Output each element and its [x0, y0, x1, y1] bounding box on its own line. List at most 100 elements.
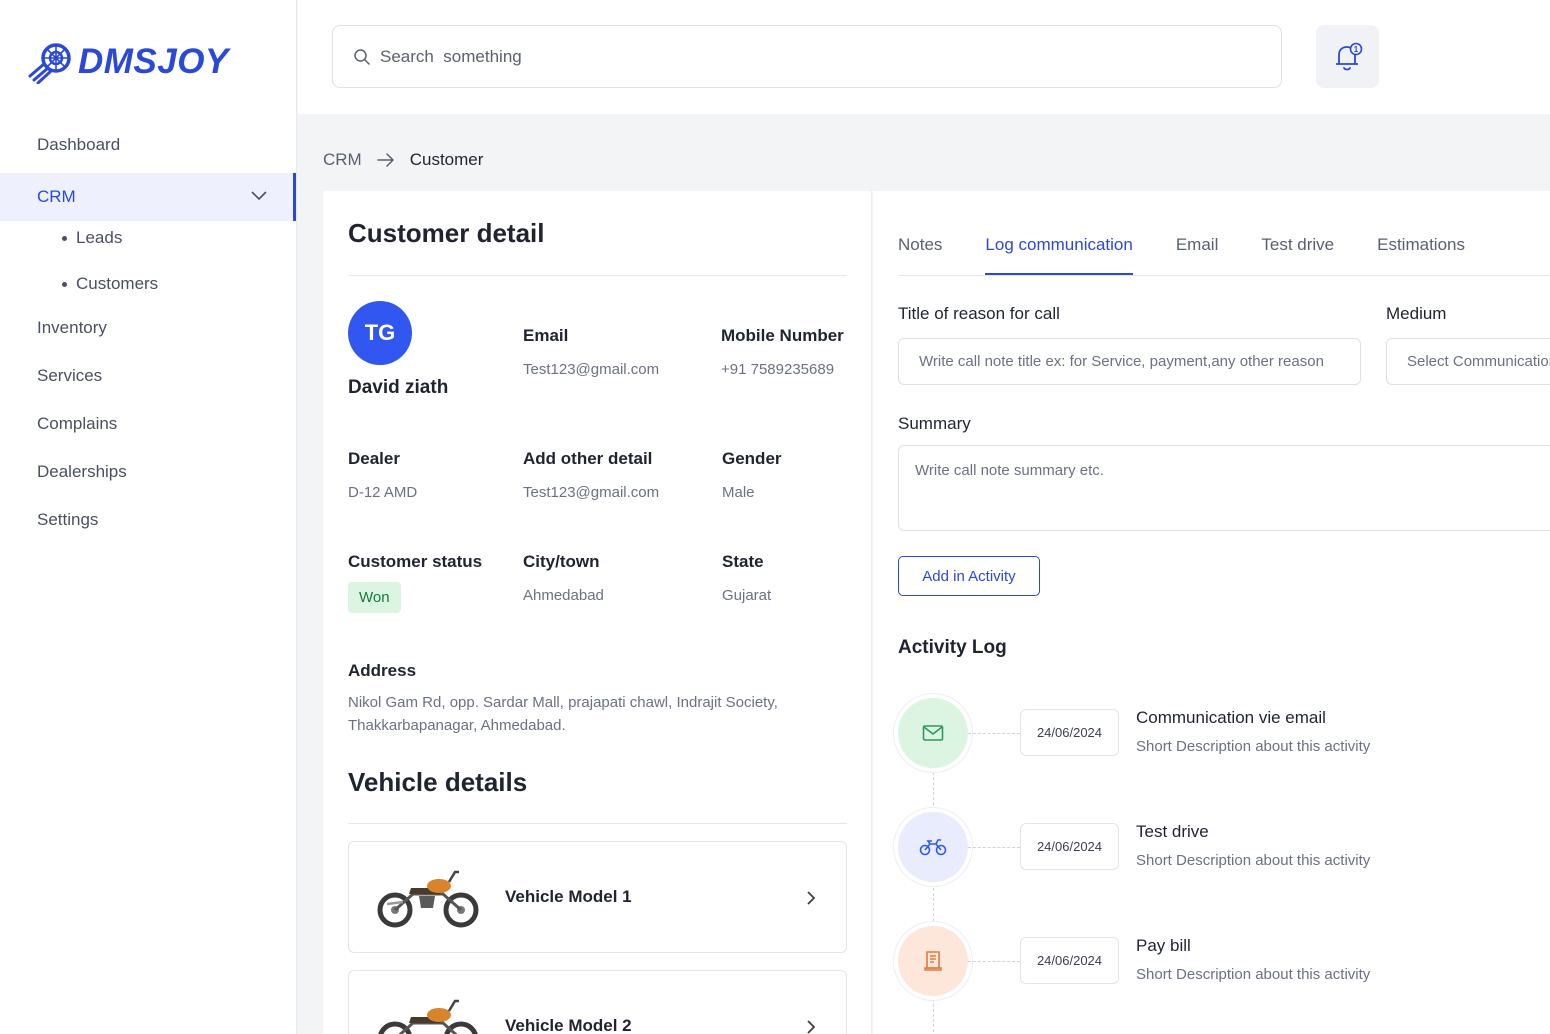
sidebar-item-label: Services	[37, 366, 103, 385]
sidebar: DMSJOY Dashboard CRM Leads Customers Inv…	[0, 0, 297, 1034]
activity-icon-badge	[898, 926, 968, 996]
chevron-down-icon	[251, 191, 267, 201]
address-label: Address	[348, 661, 417, 680]
sidebar-item-label: Dashboard	[37, 135, 121, 154]
activity-date: 24/06/2024	[1020, 709, 1119, 756]
dealer-label: Dealer	[348, 449, 400, 468]
activity-date: 24/06/2024	[1020, 937, 1119, 984]
search-input[interactable]	[380, 46, 1180, 67]
activity-description: Short Description about this activity	[1136, 852, 1371, 869]
call-title-input[interactable]: Write call note title ex: for Service, p…	[898, 338, 1361, 385]
sidebar-subitem-label: Customers	[76, 274, 159, 293]
sidebar-item-dealerships[interactable]: Dealerships	[0, 460, 296, 484]
sidebar-item-inventory[interactable]: Inventory	[0, 316, 296, 340]
status-label: Customer status	[348, 552, 483, 571]
tab-divider	[898, 275, 1550, 276]
activity-item: 24/06/2024 Pay bill Short Description ab…	[898, 926, 1538, 996]
breadcrumb-parent[interactable]: CRM	[323, 150, 362, 170]
notification-button[interactable]: 1	[1316, 25, 1379, 88]
mail-icon	[922, 725, 944, 741]
city-label: City/town	[523, 552, 600, 571]
tab-estimations[interactable]: Estimations	[1377, 235, 1465, 275]
activity-item: 24/06/2024 Communication vie email Short…	[898, 698, 1538, 768]
sidebar-item-label: Dealerships	[37, 462, 127, 481]
summary-field-label: Summary	[898, 414, 971, 433]
chevron-right-icon	[807, 891, 816, 905]
search-bar[interactable]	[332, 25, 1282, 88]
sidebar-item-label: Complains	[37, 414, 118, 433]
sidebar-item-dashboard[interactable]: Dashboard	[0, 133, 296, 157]
notification-count: 1	[1353, 45, 1358, 54]
motorcycle-image	[378, 999, 478, 1034]
breadcrumb: CRM Customer	[323, 150, 483, 170]
activity-title: Communication vie email	[1136, 708, 1326, 727]
sidebar-item-label: CRM	[37, 187, 76, 206]
sidebar-item-services[interactable]: Services	[0, 364, 296, 388]
sidebar-subitem-leads[interactable]: Leads	[62, 228, 122, 248]
tab-bar: Notes Log communication Email Test drive…	[898, 235, 1508, 275]
other-detail-label: Add other detail	[523, 449, 653, 468]
customer-detail-panel: Customer detail TG David ziath Email Tes…	[323, 191, 872, 1034]
timeline-connector	[968, 847, 1020, 848]
motorcycle-icon	[919, 839, 947, 856]
bell-icon: 1	[1335, 42, 1362, 70]
timeline-connector	[968, 733, 1020, 734]
divider	[348, 823, 847, 824]
vehicle-section-title: Vehicle details	[348, 767, 528, 797]
gender-value: Male	[722, 484, 755, 501]
search-icon	[354, 48, 370, 65]
other-detail-value: Test123@gmail.com	[523, 484, 660, 501]
sidebar-subitem-label: Leads	[76, 228, 123, 247]
status-badge: Won	[348, 582, 401, 613]
activity-icon-badge	[898, 698, 968, 768]
vehicle-card[interactable]: Vehicle Model 1	[348, 841, 847, 953]
vehicle-name: Vehicle Model 2	[505, 1016, 632, 1034]
chevron-right-icon	[807, 1020, 816, 1034]
customer-name: David ziath	[348, 377, 449, 398]
tab-notes[interactable]: Notes	[898, 235, 942, 275]
gender-label: Gender	[722, 449, 782, 468]
sidebar-item-complains[interactable]: Complains	[0, 412, 296, 436]
email-label: Email	[523, 326, 569, 345]
arrow-right-icon	[376, 153, 394, 167]
tab-test-drive[interactable]: Test drive	[1261, 235, 1334, 275]
add-in-activity-button[interactable]: Add in Activity	[898, 556, 1040, 596]
section-title: Customer detail	[348, 218, 545, 248]
bullet-icon	[62, 281, 67, 287]
sidebar-item-crm[interactable]: CRM	[0, 173, 296, 221]
tab-log-communication[interactable]: Log communication	[985, 235, 1133, 275]
vehicle-card[interactable]: Vehicle Model 2	[348, 970, 847, 1034]
logo-icon	[28, 43, 71, 84]
dealer-value: D-12 AMD	[348, 484, 418, 501]
medium-field-label: Medium	[1386, 304, 1447, 323]
activity-description: Short Description about this activity	[1136, 738, 1371, 755]
sidebar-item-settings[interactable]: Settings	[0, 508, 296, 532]
activity-title: Pay bill	[1136, 936, 1191, 955]
divider	[348, 275, 847, 276]
title-field-label: Title of reason for call	[898, 304, 1060, 323]
vehicle-name: Vehicle Model 1	[505, 887, 632, 906]
medium-select[interactable]: Select Communication	[1386, 338, 1550, 385]
timeline-connector	[968, 961, 1020, 962]
bullet-icon	[62, 235, 67, 241]
activity-log-title: Activity Log	[898, 637, 1007, 658]
avatar: TG	[348, 301, 412, 365]
mobile-value: +91 7589235689	[721, 361, 835, 378]
receipt-icon	[924, 951, 942, 971]
city-value: Ahmedabad	[523, 587, 604, 604]
brand-logo[interactable]: DMSJOY	[28, 40, 229, 84]
activity-description: Short Description about this activity	[1136, 966, 1371, 983]
summary-textarea[interactable]: Write call note summary etc.	[898, 445, 1550, 531]
top-bar: 1	[298, 0, 1550, 114]
tab-email[interactable]: Email	[1176, 235, 1219, 275]
communication-panel: Notes Log communication Email Test drive…	[873, 191, 1550, 1034]
email-value: Test123@gmail.com	[523, 361, 660, 378]
state-value: Gujarat	[722, 587, 772, 604]
sidebar-subitem-customers[interactable]: Customers	[62, 274, 158, 294]
address-value: Nikol Gam Rd, opp. Sardar Mall, prajapat…	[348, 694, 778, 734]
activity-item: 24/06/2024 Test drive Short Description …	[898, 812, 1538, 882]
breadcrumb-current: Customer	[409, 150, 484, 169]
activity-icon-badge	[898, 812, 968, 882]
sidebar-item-label: Inventory	[37, 318, 107, 337]
sidebar-item-label: Settings	[37, 510, 99, 529]
